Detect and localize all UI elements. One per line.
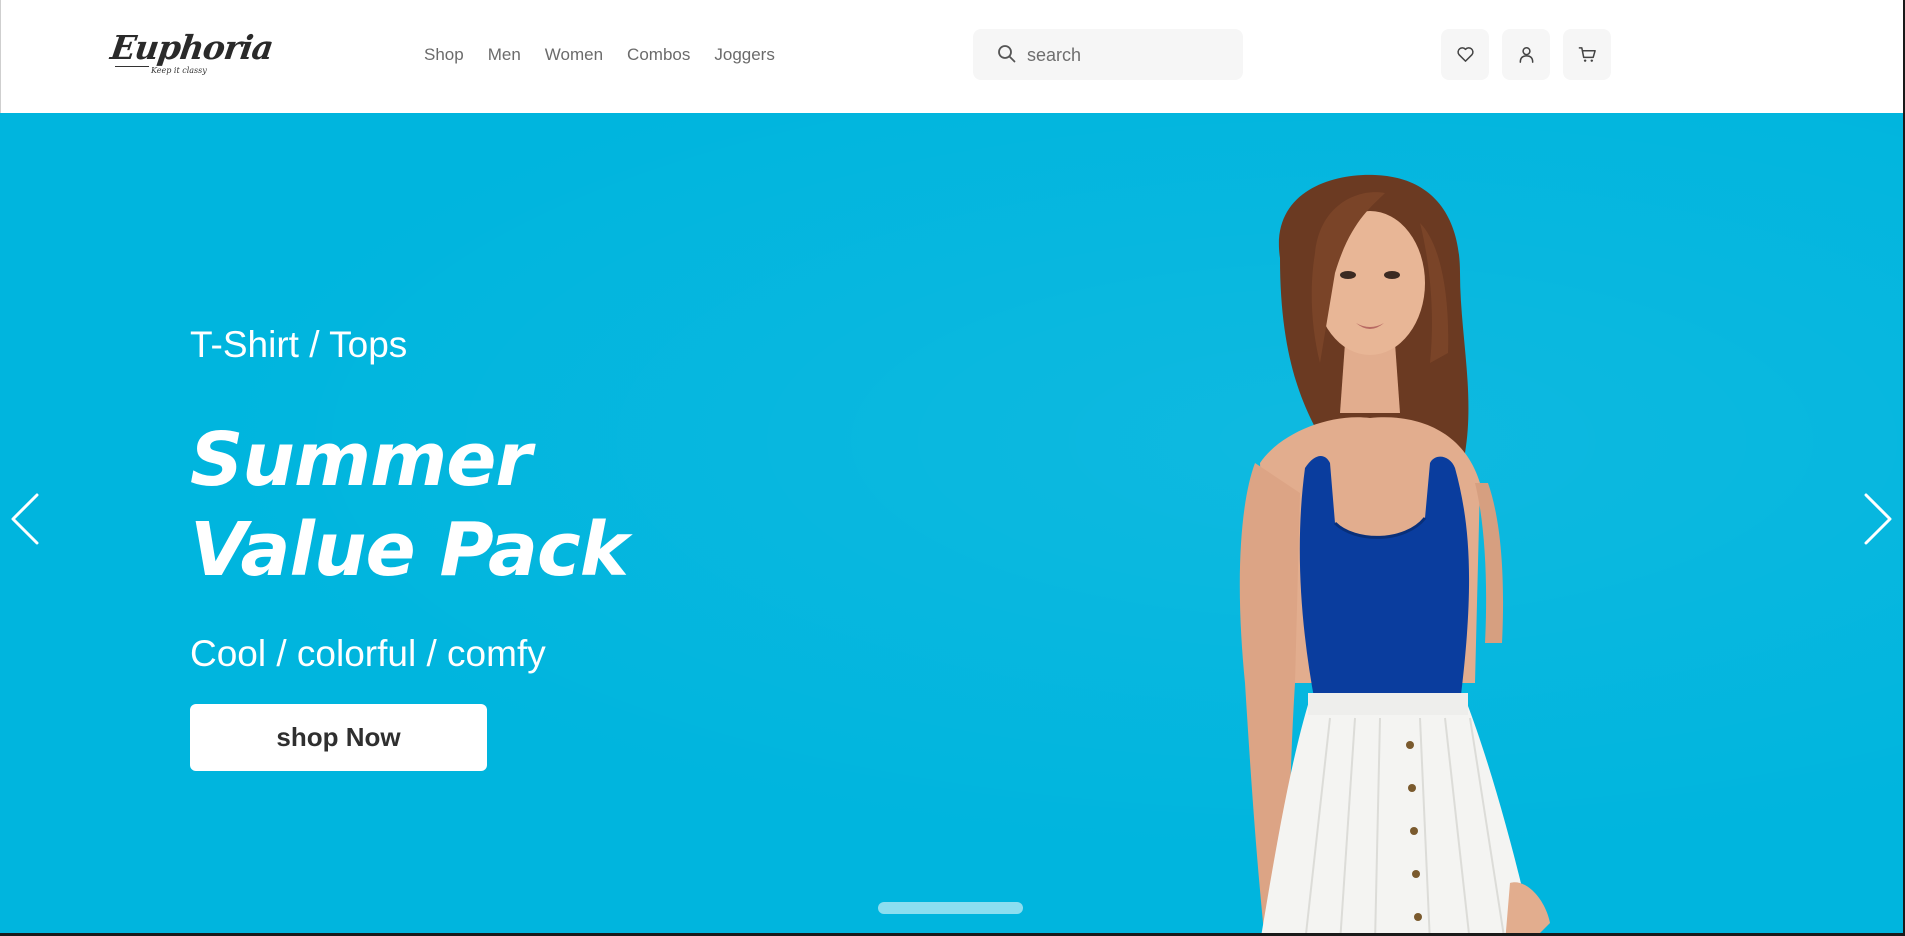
- cart-button[interactable]: [1563, 29, 1611, 80]
- shop-now-button[interactable]: shop Now: [190, 704, 487, 771]
- nav-item-women[interactable]: Women: [545, 44, 603, 66]
- hero-eyebrow: T-Shirt / Tops: [190, 324, 408, 365]
- hero-banner: T-Shirt / Tops Summer Value Pack Cool / …: [0, 113, 1903, 933]
- search-box[interactable]: [973, 29, 1243, 80]
- nav-item-shop[interactable]: Shop: [424, 44, 464, 66]
- wishlist-button[interactable]: [1441, 29, 1489, 80]
- hero-headline: Summer Value Pack: [190, 415, 629, 595]
- cart-icon: [1578, 47, 1596, 62]
- brand-underline: [115, 66, 149, 67]
- user-icon: [1519, 46, 1533, 63]
- hero-headline-line2: Value Pack: [190, 507, 629, 593]
- site-header: Euphoria Keep it classy Shop Men Women C…: [0, 0, 1903, 113]
- heart-icon: [1456, 47, 1474, 62]
- brand-tagline: Keep it classy: [151, 66, 207, 75]
- nav-item-combos[interactable]: Combos: [627, 44, 690, 66]
- search-icon: [998, 45, 1016, 63]
- hero-model-image: [1239, 174, 1550, 933]
- search-input[interactable]: [1027, 43, 1227, 67]
- hero-headline-line1: Summer: [190, 417, 532, 503]
- main-nav: Shop Men Women Combos Joggers: [424, 44, 799, 66]
- nav-item-men[interactable]: Men: [488, 44, 521, 66]
- hero-subline: Cool / colorful / comfy: [190, 633, 546, 674]
- brand-logo[interactable]: Euphoria Keep it classy: [108, 28, 275, 80]
- slide-indicator[interactable]: [878, 902, 1023, 914]
- chevron-left-icon[interactable]: [9, 491, 43, 547]
- nav-item-joggers[interactable]: Joggers: [714, 44, 774, 66]
- chevron-right-icon[interactable]: [1860, 491, 1894, 547]
- account-button[interactable]: [1502, 29, 1550, 80]
- brand-wordmark: Euphoria: [108, 28, 276, 67]
